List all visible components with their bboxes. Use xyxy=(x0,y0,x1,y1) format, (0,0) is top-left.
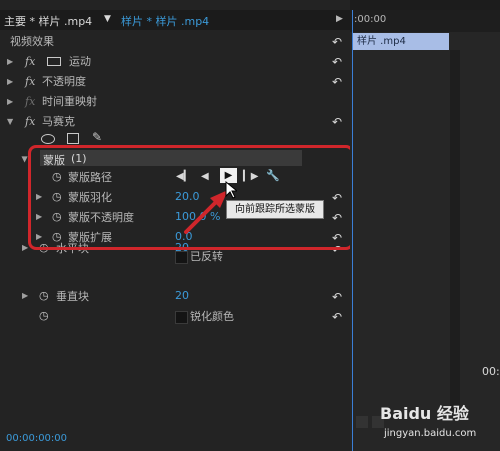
mouse-cursor-icon xyxy=(225,181,237,199)
inverted-label: 已反转 xyxy=(190,250,223,263)
section-title: 视频效果 xyxy=(10,35,54,48)
current-timecode[interactable]: 00:00:00:00 xyxy=(6,433,67,444)
fx-icon[interactable]: fx xyxy=(25,52,35,72)
reset-icon[interactable]: ↶ xyxy=(330,115,344,129)
sharpen-colors-checkbox[interactable] xyxy=(175,311,188,324)
tooltip: 向前跟踪所选蒙版 xyxy=(226,200,324,219)
stopwatch-icon[interactable]: ◷ xyxy=(39,309,49,322)
fx-icon[interactable]: fx xyxy=(25,72,35,92)
reset-icon[interactable]: ↶ xyxy=(330,55,344,69)
effect-row-opacity[interactable]: ▶ fx 不透明度 ↶ xyxy=(0,72,350,92)
watermark-url: jingyan.baidu.com xyxy=(384,428,477,439)
reset-icon[interactable]: ↶ xyxy=(330,75,344,89)
expand-triangle-icon[interactable]: ▶ xyxy=(7,92,13,112)
vertical-blocks-label: 垂直块 xyxy=(56,290,89,303)
right-timecode: 00: xyxy=(482,365,500,378)
play-head-icon: ▶ xyxy=(336,14,343,24)
effect-label: 时间重映射 xyxy=(42,95,97,108)
ruler-timecode: :00:00 xyxy=(354,14,387,25)
sharpen-colors-label: 锐化颜色 xyxy=(190,310,234,323)
effect-row-motion[interactable]: ▶ fx 运动 ↶ xyxy=(0,52,350,72)
expand-triangle-icon[interactable]: ▶ xyxy=(7,52,13,72)
expand-triangle-icon[interactable]: ▶ xyxy=(22,291,28,300)
expand-triangle-icon[interactable]: ▶ xyxy=(7,72,13,92)
effect-label: 不透明度 xyxy=(42,75,86,88)
timeline-clip[interactable]: 样片 .mp4 xyxy=(353,33,449,50)
reset-icon[interactable]: ↶ xyxy=(330,35,344,49)
pen-mask-icon[interactable]: ✎ xyxy=(92,130,102,144)
timeline-button[interactable] xyxy=(356,416,368,428)
tab-sequence[interactable]: 样片 * 样片 .mp4 xyxy=(121,13,209,29)
effect-label: 马赛克 xyxy=(42,115,75,128)
playhead-line[interactable] xyxy=(352,10,353,451)
fx-icon: fx xyxy=(25,95,36,108)
watermark-brand: Baidu 经验 xyxy=(380,404,469,423)
transform-icon xyxy=(47,57,61,66)
scrollbar-track[interactable] xyxy=(450,50,460,410)
video-effects-header: 视频效果 ↶ xyxy=(0,32,350,52)
effect-row-time-remap[interactable]: ▶ fx 时间重映射 xyxy=(0,92,350,112)
fx-icon[interactable]: fx xyxy=(25,112,35,132)
ellipse-mask-icon[interactable] xyxy=(41,134,55,144)
collapse-triangle-icon[interactable]: ▶ xyxy=(0,119,20,125)
tab-bar: 主要 * 样片 .mp4 ▼ 样片 * 样片 .mp4 ▶ xyxy=(0,10,350,30)
effect-row-mosaic[interactable]: ▶ fx 马赛克 ↶ xyxy=(0,112,350,132)
reset-icon[interactable]: ↶ xyxy=(330,290,344,304)
tab-main[interactable]: 主要 * 样片 .mp4 xyxy=(4,13,92,29)
stopwatch-icon[interactable]: ◷ xyxy=(39,289,49,302)
watermark: Baidu 经验 jingyan.baidu.com xyxy=(380,398,498,448)
timeline-panel: :00:00 00: xyxy=(350,10,500,451)
expand-triangle-icon[interactable]: ▶ xyxy=(22,243,28,252)
chevron-down-icon[interactable]: ▼ xyxy=(104,14,111,24)
rectangle-mask-icon[interactable] xyxy=(67,133,79,144)
reset-icon[interactable]: ↶ xyxy=(330,310,344,324)
effect-label: 运动 xyxy=(69,55,91,68)
vertical-blocks-value[interactable]: 20 xyxy=(175,289,189,302)
